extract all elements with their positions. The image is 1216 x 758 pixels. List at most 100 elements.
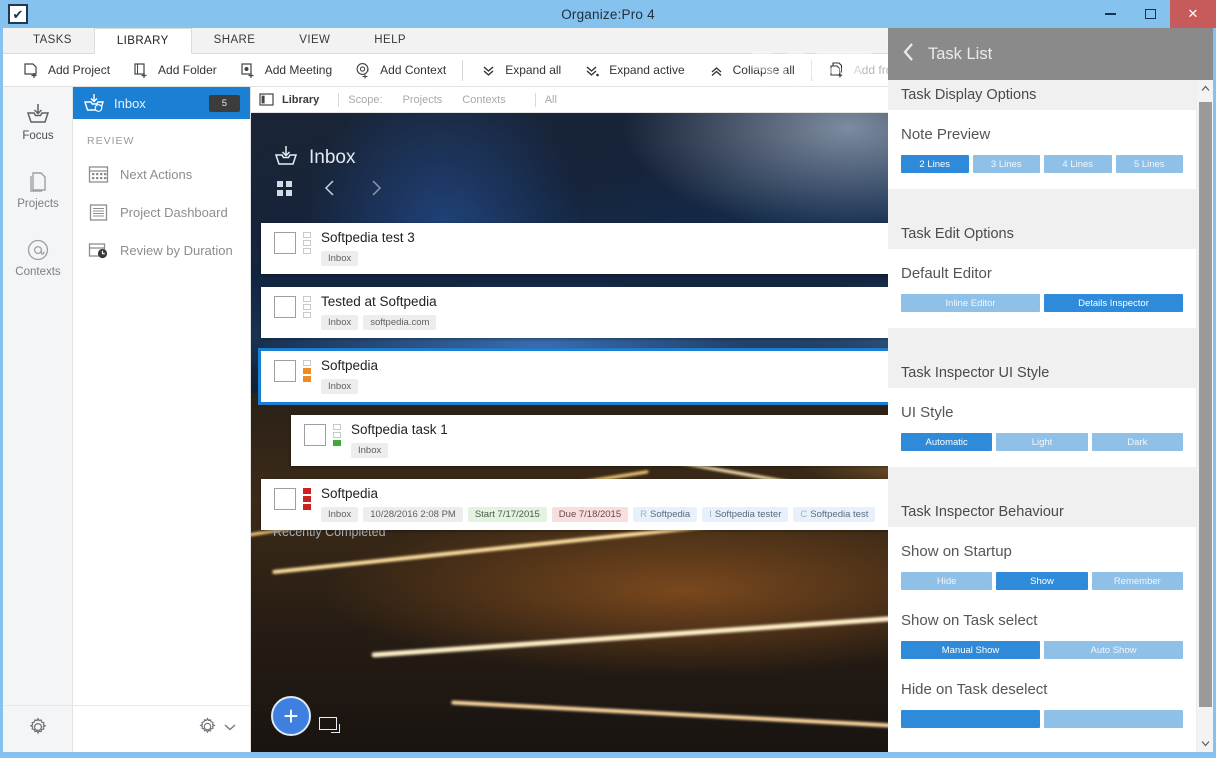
group-note-preview: Note Preview 2 Lines 3 Lines 4 Lines 5 L… [888, 110, 1196, 189]
add-task-button[interactable]: + [271, 696, 311, 736]
grid-view-icon[interactable] [273, 177, 295, 199]
sidebar-item-project-dashboard[interactable]: Project Dashboard [73, 193, 250, 231]
segmented-show-on-startup: Hide Show Remember [901, 572, 1183, 590]
label-show-on-startup: Show on Startup [901, 543, 1012, 560]
chevron-double-up-icon [707, 61, 726, 80]
option-manual-show[interactable]: Manual Show [901, 641, 1040, 659]
collapse-all-button[interactable]: Collapse all [696, 54, 806, 87]
sidebar-inbox-label: Inbox [114, 95, 146, 111]
scrollbar-thumb[interactable] [1199, 102, 1212, 707]
sidebar-item-review-by-duration[interactable]: Review by Duration [73, 231, 250, 269]
label-ui-style: UI Style [901, 404, 954, 421]
tab-help[interactable]: HELP [352, 27, 428, 53]
add-project-button[interactable]: Add Project [11, 54, 121, 87]
priority-indicator [303, 296, 312, 318]
inbox-icon [83, 92, 105, 114]
option-hide[interactable]: Hide [901, 572, 993, 590]
task-checkbox[interactable] [274, 360, 296, 382]
chevron-left-icon[interactable] [902, 42, 916, 66]
new-window-icon[interactable] [319, 717, 340, 733]
sidebar-label-project-dashboard: Project Dashboard [120, 204, 228, 220]
option-show[interactable]: Show [996, 572, 1088, 590]
option-light[interactable]: Light [996, 433, 1088, 451]
inspector-header: Task List [888, 28, 1213, 80]
section-gap [888, 467, 1196, 497]
priority-indicator [303, 360, 312, 382]
rail-item-contexts[interactable]: Contexts [3, 223, 73, 291]
option-4-lines[interactable]: 4 Lines [1044, 155, 1112, 173]
option-dark[interactable]: Dark [1091, 433, 1183, 451]
rail-item-focus[interactable]: Focus [3, 87, 73, 155]
sidebar-footer [73, 705, 251, 752]
maximize-button[interactable] [1130, 0, 1170, 28]
label-hide-on-task-deselect: Hide on Task deselect [901, 681, 1048, 698]
scroll-up-arrow-icon[interactable] [1197, 80, 1213, 97]
rail-label-focus: Focus [22, 129, 54, 142]
chevron-down-icon[interactable] [223, 720, 237, 739]
task-checkbox[interactable] [304, 424, 326, 446]
section-gap [888, 328, 1196, 358]
expand-active-button[interactable]: Expand active [572, 54, 695, 87]
breadcrumb-scope-projects[interactable]: Projects [403, 94, 443, 106]
inspector-body: Task Display Options Note Preview 2 Line… [888, 80, 1196, 752]
sidebar-item-inbox[interactable]: Inbox 5 [73, 87, 250, 119]
task-checkbox[interactable] [274, 296, 296, 318]
option-auto-show[interactable]: Auto Show [1044, 641, 1183, 659]
task-chip-start: Start 7/17/2015 [467, 507, 547, 522]
chevron-right-icon[interactable] [365, 177, 387, 199]
inspector-title: Task List [928, 44, 993, 63]
scroll-down-arrow-icon[interactable] [1197, 735, 1213, 752]
sidebar-item-next-actions[interactable]: Next Actions [73, 155, 250, 193]
option-hide-deselect-a[interactable] [901, 710, 1040, 728]
expand-all-button[interactable]: Expand all [468, 54, 572, 87]
add-folder-button[interactable]: Add Folder [121, 54, 228, 87]
add-meeting-button[interactable]: Add Meeting [228, 54, 343, 87]
option-automatic[interactable]: Automatic [901, 433, 993, 451]
breadcrumb-library[interactable]: Library [282, 94, 319, 106]
option-details-inspector[interactable]: Details Inspector [1044, 294, 1183, 312]
add-from-template-icon [828, 61, 847, 80]
add-project-label: Add Project [48, 63, 111, 77]
segmented-hide-on-task-deselect [901, 710, 1183, 728]
segmented-default-editor: Inline Editor Details Inspector [901, 294, 1183, 312]
add-meeting-icon [239, 61, 258, 80]
application-window: ✔ Organize:Pro 4 ✕ TASKS LIBRARY SHARE V… [0, 0, 1216, 758]
rail-item-projects[interactable]: Projects [3, 155, 73, 223]
breadcrumb-all[interactable]: All [545, 94, 557, 106]
option-remember[interactable]: Remember [1091, 572, 1183, 590]
option-3-lines[interactable]: 3 Lines [972, 155, 1040, 173]
option-5-lines[interactable]: 5 Lines [1115, 155, 1183, 173]
task-chip-informed: I Softpedia tester [702, 507, 789, 522]
option-2-lines[interactable]: 2 Lines [901, 155, 969, 173]
section-task-display-options: Task Display Options [888, 80, 1196, 110]
left-rail: Focus Projects Contexts [3, 87, 73, 752]
tab-library[interactable]: LIBRARY [93, 28, 192, 54]
sidebar-gear-icon[interactable] [198, 717, 217, 741]
rail-settings-button[interactable] [3, 705, 73, 752]
add-project-icon [22, 61, 41, 80]
gear-icon [28, 716, 48, 742]
group-show-on-startup: Show on Startup Hide Show Remember [888, 527, 1196, 596]
breadcrumb-scope-contexts[interactable]: Contexts [462, 94, 505, 106]
segmented-ui-style: Automatic Light Dark [901, 433, 1183, 451]
group-show-on-task-select: Show on Task select Manual Show Auto Sho… [888, 596, 1196, 665]
at-sign-icon [354, 61, 373, 80]
page-title: Inbox [309, 147, 356, 168]
tab-tasks[interactable]: TASKS [11, 27, 94, 53]
tab-view[interactable]: VIEW [277, 27, 352, 53]
task-checkbox[interactable] [274, 488, 296, 510]
tab-share[interactable]: SHARE [192, 27, 278, 53]
task-checkbox[interactable] [274, 232, 296, 254]
section-task-inspector-behaviour: Task Inspector Behaviour [888, 497, 1196, 527]
toolbar-divider-2 [810, 59, 812, 81]
option-hide-deselect-b[interactable] [1044, 710, 1183, 728]
chevron-double-down-dot-icon [583, 61, 602, 80]
add-context-button[interactable]: Add Context [343, 54, 457, 87]
inspector-scrollbar[interactable] [1196, 80, 1213, 752]
chevron-left-icon[interactable] [319, 177, 341, 199]
document-lines-icon [87, 201, 109, 223]
group-default-editor: Default Editor Inline Editor Details Ins… [888, 249, 1196, 328]
close-button[interactable]: ✕ [1170, 0, 1216, 28]
minimize-button[interactable] [1090, 0, 1130, 28]
option-inline-editor[interactable]: Inline Editor [901, 294, 1040, 312]
